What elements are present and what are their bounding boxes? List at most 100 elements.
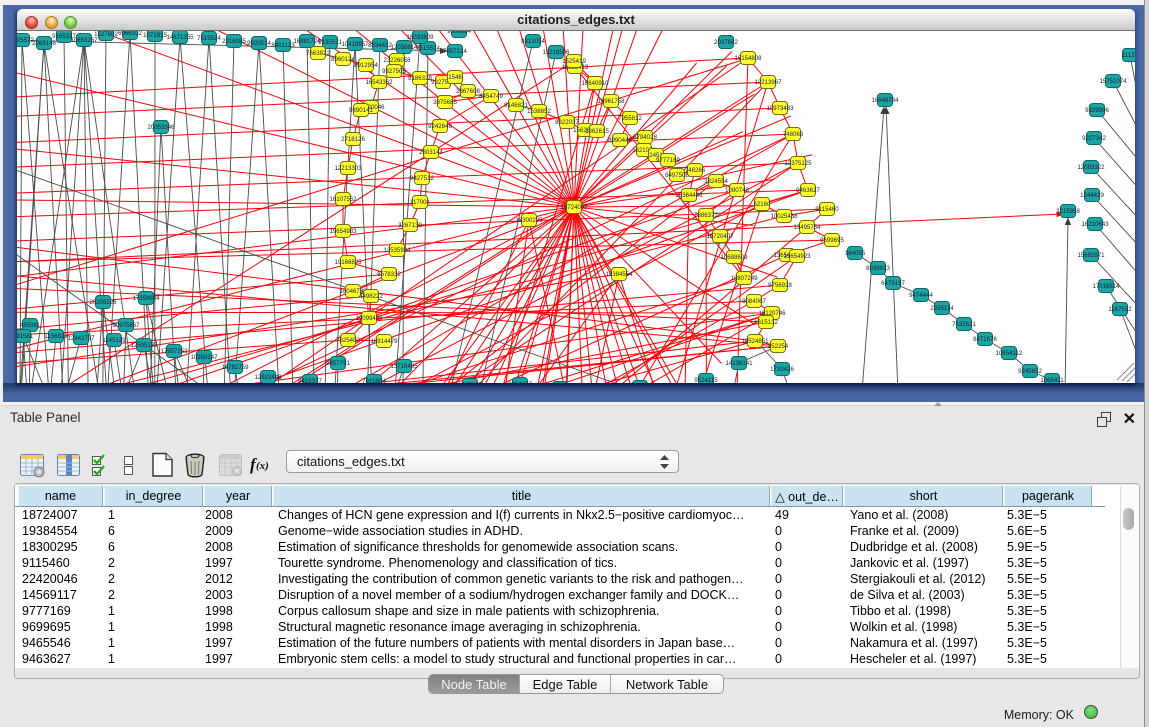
- svg-text:19099489: 19099489: [355, 315, 383, 322]
- svg-text:8960124: 8960124: [331, 56, 355, 63]
- svg-text:8912954: 8912954: [354, 62, 378, 69]
- svg-text:19218506: 19218506: [542, 49, 570, 56]
- svg-text:7515524: 7515524: [197, 35, 221, 42]
- svg-text:7886372: 7886372: [694, 212, 718, 219]
- svg-text:9524115: 9524115: [694, 377, 718, 383]
- svg-text:16961758: 16961758: [597, 98, 625, 105]
- svg-text:18807249: 18807249: [730, 275, 758, 282]
- svg-text:9463627: 9463627: [796, 187, 820, 194]
- svg-text:19166825: 19166825: [334, 259, 362, 266]
- svg-text:9920514: 9920514: [247, 40, 271, 47]
- svg-text:1167532: 1167532: [1108, 306, 1132, 313]
- svg-text:12213967: 12213967: [754, 79, 782, 86]
- svg-text:391581: 391581: [17, 333, 34, 340]
- svg-text:18300295: 18300295: [515, 217, 543, 224]
- svg-text:1538852: 1538852: [527, 108, 551, 115]
- svg-text:16033809: 16033809: [406, 34, 434, 41]
- svg-text:12213303: 12213303: [334, 165, 362, 172]
- svg-text:9474444: 9474444: [909, 292, 933, 299]
- svg-text:20364486: 20364486: [675, 192, 703, 199]
- svg-text:3824554: 3824554: [704, 178, 728, 185]
- svg-text:1525419: 1525419: [562, 58, 586, 65]
- svg-text:485081: 485081: [20, 322, 41, 329]
- svg-text:6479197: 6479197: [881, 280, 905, 287]
- svg-text:16154808: 16154808: [734, 55, 762, 62]
- svg-text:19384554: 19384554: [605, 271, 633, 278]
- svg-text:17016514: 17016514: [1092, 283, 1120, 290]
- svg-text:8454749: 8454749: [479, 93, 503, 100]
- svg-text:8471676: 8471676: [973, 336, 997, 343]
- svg-text:252254: 252254: [768, 343, 789, 350]
- svg-text:62160: 62160: [754, 201, 772, 208]
- svg-text:1244419: 1244419: [1080, 192, 1104, 199]
- svg-text:10654112: 10654112: [996, 350, 1023, 357]
- svg-text:7955812: 7955812: [618, 115, 642, 122]
- svg-text:8186328: 8186328: [408, 75, 432, 82]
- svg-text:(x): (x): [256, 460, 269, 472]
- svg-text:12942737: 12942737: [67, 335, 95, 342]
- svg-text:16543362: 16543362: [365, 79, 393, 86]
- svg-text:1145139: 1145139: [102, 337, 126, 344]
- svg-text:1733426: 1733426: [770, 366, 794, 373]
- svg-text:7915804: 7915804: [362, 378, 386, 383]
- svg-text:9245652: 9245652: [1018, 368, 1042, 375]
- svg-text:9327505: 9327505: [382, 68, 406, 75]
- svg-text:1080748: 1080748: [725, 187, 749, 194]
- svg-text:16648784: 16648784: [871, 97, 899, 104]
- svg-text:1546: 1546: [448, 74, 462, 81]
- svg-text:6966102: 6966102: [118, 31, 142, 37]
- svg-text:10419957: 10419957: [341, 41, 369, 48]
- svg-text:14671355: 14671355: [166, 34, 194, 41]
- svg-text:9146821: 9146821: [504, 102, 528, 109]
- svg-text:12505135: 12505135: [130, 342, 158, 349]
- svg-text:1037155: 1037155: [458, 382, 482, 383]
- svg-text:13495754: 13495754: [793, 224, 821, 231]
- svg-text:7663822: 7663822: [306, 50, 330, 57]
- svg-text:11124: 11124: [1122, 52, 1135, 59]
- svg-text:748063: 748063: [783, 131, 804, 138]
- svg-text:20053346: 20053346: [147, 124, 175, 131]
- svg-text:3215958: 3215958: [1056, 208, 1080, 215]
- svg-text:13716485: 13716485: [390, 363, 418, 370]
- svg-text:17359934: 17359934: [132, 295, 160, 302]
- svg-text:2803144: 2803144: [419, 149, 443, 156]
- svg-text:10688609: 10688609: [720, 254, 748, 261]
- svg-text:1615132: 1615132: [754, 319, 778, 326]
- svg-text:12058814: 12058814: [390, 44, 418, 51]
- svg-text:16107552: 16107552: [329, 196, 357, 203]
- svg-text:9135521: 9135521: [318, 39, 342, 46]
- svg-text:16782759: 16782759: [221, 364, 249, 371]
- svg-text:9242848: 9242848: [428, 123, 452, 130]
- svg-text:2867608: 2867608: [456, 88, 480, 95]
- svg-text:8578332: 8578332: [377, 271, 401, 278]
- svg-text:9756928: 9756928: [768, 282, 792, 289]
- svg-text:15692971: 15692971: [1077, 252, 1105, 259]
- svg-text:9306684: 9306684: [447, 31, 471, 35]
- svg-text:117004: 117004: [410, 199, 430, 206]
- svg-text:7632621: 7632621: [952, 321, 976, 328]
- svg-text:20206526: 20206526: [89, 299, 117, 306]
- svg-text:3267130: 3267130: [398, 222, 422, 229]
- svg-text:9415377: 9415377: [298, 378, 322, 383]
- svg-text:12923448: 12923448: [254, 374, 282, 381]
- svg-text:1071915: 1071915: [143, 32, 167, 39]
- svg-text:8813054: 8813054: [521, 38, 545, 45]
- svg-text:164095: 164095: [845, 250, 866, 257]
- svg-text:9115460: 9115460: [815, 206, 839, 213]
- svg-text:18724007: 18724007: [560, 204, 588, 211]
- svg-text:1156829: 1156829: [44, 333, 68, 340]
- svg-text:19524851: 19524851: [741, 338, 769, 345]
- svg-text:7857224: 7857224: [443, 48, 467, 55]
- svg-text:19654923: 19654923: [783, 253, 811, 260]
- svg-text:19654983: 19654983: [329, 228, 357, 235]
- svg-text:8322037: 8322037: [555, 119, 579, 126]
- svg-text:2718126: 2718126: [341, 136, 365, 143]
- svg-text:14136141: 14136141: [725, 360, 753, 367]
- svg-text:9890141: 9890141: [349, 107, 373, 114]
- svg-text:9329996: 9329996: [1085, 107, 1109, 114]
- svg-text:2037682: 2037682: [714, 39, 738, 46]
- svg-text:16210643: 16210643: [1081, 221, 1109, 228]
- svg-text:3875685: 3875685: [433, 99, 457, 106]
- svg-text:8938923: 8938923: [866, 265, 890, 272]
- svg-text:16640910: 16640910: [581, 80, 609, 87]
